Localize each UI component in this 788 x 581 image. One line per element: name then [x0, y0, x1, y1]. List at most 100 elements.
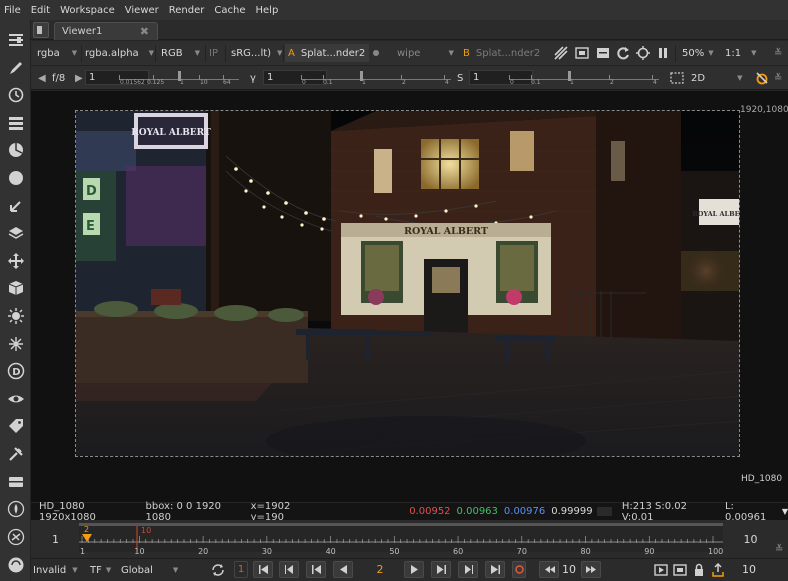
timeline-tick-label: 40 — [326, 547, 336, 556]
colorspace-dropdown[interactable]: RGB ▼ — [161, 44, 207, 62]
lock-icon[interactable] — [690, 561, 708, 579]
particles-toolset-icon[interactable] — [0, 302, 31, 330]
proxy-icon[interactable] — [594, 44, 612, 62]
refresh-icon[interactable] — [614, 44, 632, 62]
out-marker-label: 10 — [141, 526, 151, 535]
frame-increment[interactable]: 1 — [234, 561, 248, 578]
menu-file[interactable]: File — [0, 5, 27, 16]
pixel-info-bar: HD_1080 1920x1080 bbox: 0 0 1920 1080 x=… — [31, 501, 788, 523]
timeline-tick-label: 60 — [453, 547, 463, 556]
cara-vr-toolset-icon[interactable] — [0, 551, 31, 579]
gpu-render-icon[interactable] — [634, 44, 652, 62]
deep-toolset-icon[interactable] — [0, 330, 31, 358]
gain-slider[interactable]: 0.01562 0.125 1 10 64 — [119, 70, 239, 86]
export-icon[interactable] — [709, 561, 727, 579]
timeline-start-frame[interactable]: 1 — [35, 531, 73, 549]
loop-mode-icon[interactable] — [209, 561, 227, 579]
alpha-channel-dropdown[interactable]: rgba.alpha ▼ — [85, 44, 155, 62]
menu-help[interactable]: Help — [252, 5, 285, 16]
menu-edit[interactable]: Edit — [27, 5, 56, 16]
invalid-dropdown[interactable]: Invalid ▼ — [33, 561, 83, 579]
ofx-toolset-icon[interactable] — [0, 523, 31, 551]
wipe-dropdown[interactable]: wipe ▼ — [369, 44, 459, 62]
timeline-tick-label: 50 — [389, 547, 399, 556]
keyer-toolset-icon[interactable] — [0, 192, 31, 220]
tf-dropdown[interactable]: TF ▼ — [90, 561, 116, 579]
timeline-ruler[interactable]: 10 2 1 10 20 30 40 50 60 70 80 90 100 — [79, 520, 727, 558]
channel-toolset-icon[interactable] — [0, 109, 31, 137]
3d-toolset-icon[interactable] — [0, 274, 31, 302]
ip-toggle[interactable]: IP — [209, 44, 229, 62]
grade-controls-row: ◀ f/8 ▶ 1 0.01562 0.125 1 10 64 γ 1 0 0.… — [31, 66, 788, 90]
draw-toolset-icon[interactable] — [0, 54, 31, 82]
timeline-end-frame[interactable]: 10 — [731, 531, 767, 549]
menu-bar: File Edit Workspace Viewer Render Cache … — [0, 0, 788, 20]
prev-frame-icon[interactable] — [306, 561, 326, 578]
step-forward-icon[interactable] — [581, 561, 601, 578]
pane-menu-icon[interactable] — [33, 22, 49, 38]
step-back-icon[interactable] — [539, 561, 559, 578]
other-toolset-icon[interactable] — [0, 440, 31, 468]
channels-dropdown[interactable]: rgba ▼ — [37, 44, 87, 62]
filter-toolset-icon[interactable] — [0, 164, 31, 192]
tab-close-icon[interactable]: ✖ — [140, 25, 149, 38]
viewer-canvas[interactable]: 1920,1080 D E ROYAL ALBERT ROYAL ALBERT … — [31, 91, 788, 502]
toolsets-icon[interactable] — [0, 468, 31, 496]
flipbook-icon[interactable] — [652, 561, 670, 579]
roi-select-icon[interactable] — [668, 69, 686, 87]
lut-dropdown[interactable]: sRG...lt) ▼ — [231, 44, 282, 62]
ratio-dropdown[interactable]: 1:1 ▼ — [725, 44, 765, 62]
current-frame-field[interactable]: 2 — [367, 561, 393, 578]
saturation-slider[interactable]: 0 0.1 1 2 4 — [509, 70, 659, 86]
prev-keyframe-icon[interactable] — [279, 561, 299, 578]
furnace-toolset-icon[interactable] — [0, 495, 31, 523]
viewer-controls-row: rgba ▼ rgba.alpha ▼ RGB ▼ IP sRG...lt) ▼ A Sp… — [31, 41, 788, 66]
menu-viewer[interactable]: Viewer — [121, 5, 165, 16]
metadata-toolset-icon[interactable] — [0, 412, 31, 440]
clipping-warning-icon[interactable] — [552, 44, 570, 62]
playhead-frame-label: 2 — [84, 525, 89, 534]
input-b-dropdown[interactable]: B Splat...nder2 — [463, 44, 547, 62]
camera-sync-icon[interactable] — [753, 69, 771, 87]
next-fstop-icon[interactable]: ▶ — [75, 69, 83, 87]
end-frame-field[interactable]: 10 — [734, 561, 764, 578]
info-menu-icon[interactable]: ▼ — [782, 507, 788, 516]
play-forward-icon[interactable] — [404, 561, 424, 578]
timeline-expand-icon[interactable]: ≚ — [775, 540, 783, 558]
d-toolset-icon[interactable]: D — [0, 357, 31, 385]
record-icon[interactable] — [512, 561, 526, 578]
gamma-slider[interactable]: 0 0.1 1 2 4 — [301, 70, 451, 86]
tab-viewer1[interactable]: Viewer1 ✖ — [54, 22, 158, 40]
capture-icon[interactable] — [671, 561, 689, 579]
last-frame-icon[interactable] — [485, 561, 505, 578]
first-frame-icon[interactable] — [253, 561, 273, 578]
image-toolset-icon[interactable] — [0, 26, 31, 54]
rendered-image[interactable]: D E ROYAL ALBERT ROYAL ALBERT ROYAL ALBE — [75, 110, 740, 457]
menu-cache[interactable]: Cache — [210, 5, 251, 16]
prev-fstop-icon[interactable]: ◀ — [38, 69, 46, 87]
expand-chevron-icon[interactable]: ≚ — [774, 44, 786, 62]
play-backward-icon[interactable] — [333, 561, 353, 578]
timeline-tick-label: 30 — [262, 547, 272, 556]
color-toolset-icon[interactable] — [0, 136, 31, 164]
blue-value: 0.00976 — [503, 506, 546, 517]
next-keyframe-icon[interactable] — [458, 561, 478, 578]
step-increment-field[interactable]: 10 — [561, 561, 577, 578]
merge-toolset-icon[interactable] — [0, 219, 31, 247]
zoom-dropdown[interactable]: 50% ▼ — [682, 44, 724, 62]
expand-chevron-2-icon[interactable]: ≚ — [774, 69, 786, 87]
global-range-dropdown[interactable]: Global ▼ — [121, 561, 197, 579]
next-frame-icon[interactable] — [431, 561, 451, 578]
pause-icon[interactable] — [654, 44, 672, 62]
timeline-tick-label: 100 — [708, 547, 723, 556]
time-toolset-icon[interactable] — [0, 81, 31, 109]
view-mode-dropdown[interactable]: 2D ▼ — [691, 69, 749, 87]
input-a-dropdown[interactable]: A Splat...nder2 — [285, 44, 369, 62]
roi-icon[interactable] — [573, 44, 591, 62]
transform-toolset-icon[interactable] — [0, 247, 31, 275]
menu-render[interactable]: Render — [165, 5, 211, 16]
pub-fascia-text: ROYAL ALBERT — [404, 226, 488, 237]
views-toolset-icon[interactable] — [0, 385, 31, 413]
menu-workspace[interactable]: Workspace — [56, 5, 121, 16]
alpha-value: 0.99999 — [551, 506, 593, 517]
